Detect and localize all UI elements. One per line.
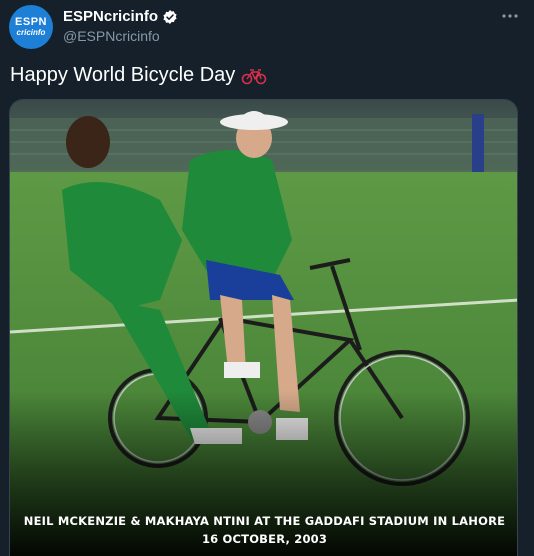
tweet-card: ESPN cricinfo ESPNcricinfo @ESPNcricinfo…	[0, 0, 534, 556]
tweet-body: Happy World Bicycle Day	[10, 64, 236, 86]
avatar[interactable]: ESPN cricinfo	[9, 5, 53, 49]
photo-caption: NEIL MCKENZIE & MAKHAYA NTINI AT THE GAD…	[23, 514, 506, 528]
photo-date: 16 OCTOBER, 2003	[201, 532, 328, 546]
verified-badge-icon	[163, 9, 177, 24]
more-options-icon[interactable]	[498, 6, 522, 26]
tweet-text: Happy World Bicycle Day	[10, 64, 267, 87]
author-name-row: ESPNcricinfo	[63, 8, 178, 25]
display-name[interactable]: ESPNcricinfo	[63, 8, 158, 25]
tweet-photo[interactable]: NEIL MCKENZIE & MAKHAYA NTINI AT THE GAD…	[9, 99, 518, 556]
avatar-logo-subtext: cricinfo	[16, 28, 46, 37]
author-handle[interactable]: @ESPNcricinfo	[63, 28, 160, 44]
photo-image	[10, 100, 517, 556]
bicycle-emoji-icon	[241, 68, 267, 84]
avatar-logo-text: ESPN	[15, 16, 47, 28]
